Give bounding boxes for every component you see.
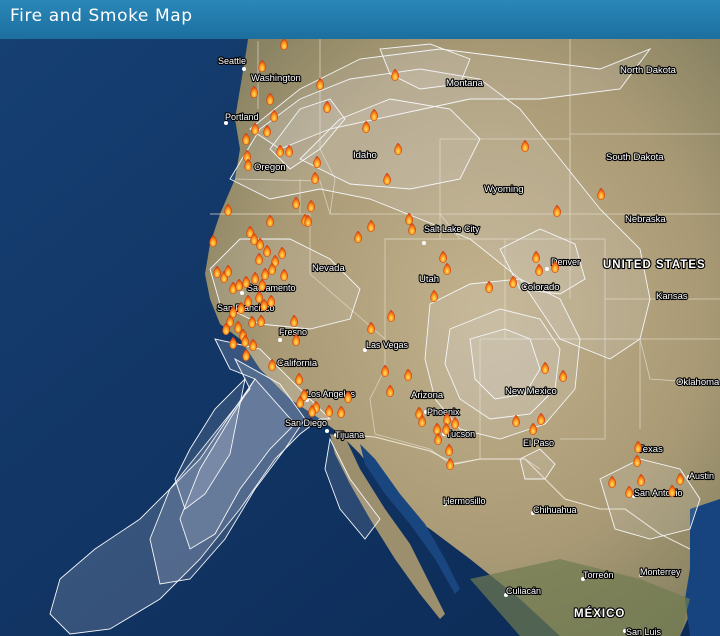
state-label: Wyoming (484, 184, 524, 195)
state-label: Nevada (312, 263, 345, 274)
city-label: Tucson (446, 429, 475, 439)
state-label: Montana (446, 78, 484, 89)
state-label: Oregon (254, 162, 286, 173)
city-dot (240, 291, 244, 295)
state-label: Washington (251, 73, 301, 84)
city-label: Seattle (218, 56, 246, 66)
app-title: Fire and Smoke Map (10, 6, 193, 26)
city-label: Fresno (279, 327, 307, 337)
map-canvas[interactable]: UNITED STATES MÉXICO North Dakota Montan… (0, 39, 720, 636)
city-label: Austin (689, 471, 714, 481)
city-label: Las Vegas (366, 340, 409, 350)
state-label: Arizona (411, 390, 444, 401)
city-label: San Diego (285, 418, 327, 428)
app-header: Fire and Smoke Map (0, 0, 720, 39)
city-label: San Luis (626, 627, 662, 636)
state-label: Idaho (353, 150, 377, 161)
city-label: El Paso (523, 438, 554, 448)
city-label: Portland (225, 112, 259, 122)
state-label: Nebraska (625, 214, 666, 225)
city-dot (278, 338, 282, 342)
city-label: Phoenix (427, 407, 460, 417)
city-dot (325, 429, 329, 433)
city-label: Salt Lake City (424, 224, 480, 234)
country-label: MÉXICO (574, 607, 625, 620)
city-label: Torreón (583, 570, 614, 580)
city-label: Tijuana (335, 430, 364, 440)
city-label: Hermosillo (443, 496, 486, 506)
state-label: California (277, 358, 318, 369)
city-dot (422, 241, 426, 245)
fire-smoke-map[interactable]: UNITED STATES MÉXICO North Dakota Montan… (0, 39, 720, 636)
state-label: North Dakota (620, 65, 677, 76)
city-dot (242, 67, 246, 71)
state-label: Colorado (521, 282, 560, 293)
state-label: Oklahoma (676, 377, 720, 388)
state-label: Utah (419, 274, 439, 285)
city-label: Culiacán (506, 586, 541, 596)
city-label: Sacramento (247, 283, 296, 293)
state-label: New Mexico (505, 386, 557, 397)
country-label: UNITED STATES (603, 259, 706, 271)
state-label: Kansas (656, 291, 688, 302)
state-label: South Dakota (606, 152, 664, 163)
city-dot (545, 267, 549, 271)
city-label: Monterrey (640, 567, 681, 577)
city-label: Chihuahua (533, 505, 577, 515)
